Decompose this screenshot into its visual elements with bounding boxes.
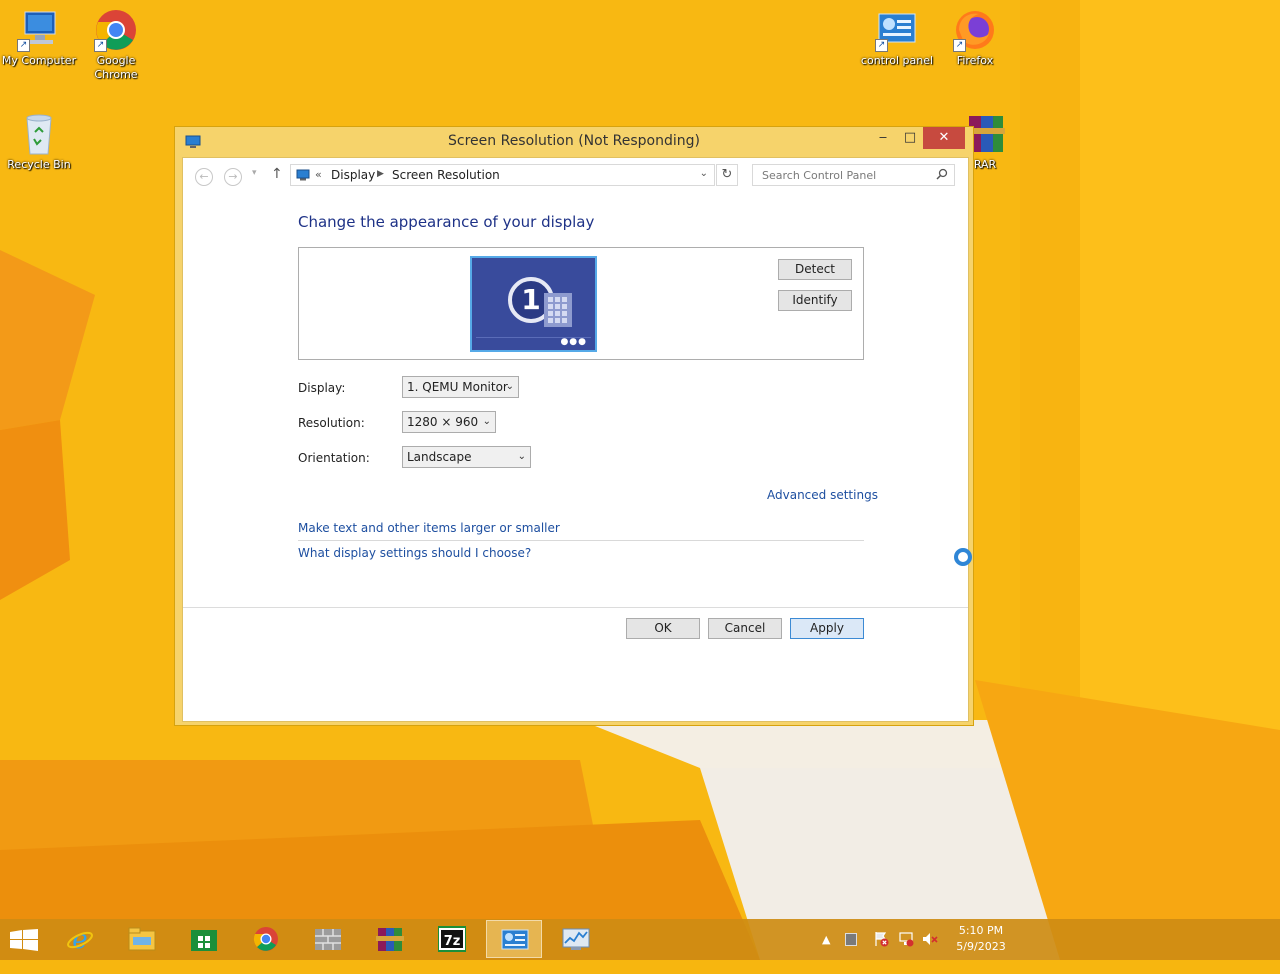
breadcrumb-screen-resolution[interactable]: Screen Resolution <box>392 168 500 182</box>
start-button[interactable] <box>0 920 48 958</box>
control-panel-icon <box>501 927 529 953</box>
taskbar-internet-explorer[interactable]: e <box>52 920 108 958</box>
busy-cursor-icon <box>954 548 972 566</box>
taskbar-winrar[interactable] <box>362 920 418 958</box>
taskbar-7zip[interactable]: 7z <box>424 920 480 958</box>
identify-button[interactable]: Identify <box>778 290 852 311</box>
action-center-flag-icon[interactable] <box>873 931 889 972</box>
taskbar-control-panel[interactable] <box>486 920 542 958</box>
orientation-label: Orientation: <box>298 451 370 465</box>
taskbar-performance-monitor[interactable] <box>548 920 604 958</box>
page-title: Change the appearance of your display <box>298 213 595 231</box>
performance-monitor-icon <box>562 926 590 952</box>
desktop-icon-firefox[interactable]: ↗ Firefox <box>936 8 1014 68</box>
search-input[interactable]: Search Control Panel <box>752 164 955 186</box>
address-dropdown-icon[interactable]: ⌄ <box>700 168 708 179</box>
volume-muted-icon[interactable] <box>922 931 938 972</box>
desktop-icon-label: Firefox <box>956 54 994 67</box>
taskbar-store[interactable] <box>176 920 232 958</box>
computer-icon: ↗ <box>17 8 61 52</box>
taskbar-chrome[interactable] <box>238 920 294 958</box>
taskbar-file-explorer[interactable] <box>114 920 170 958</box>
clock-time: 5:10 PM <box>958 924 1004 937</box>
clock-date: 5/9/2023 <box>956 940 1006 953</box>
search-icon[interactable] <box>936 168 948 180</box>
control-panel-icon: ↗ <box>875 8 919 52</box>
taskbar-firewall[interactable] <box>300 920 356 958</box>
desktop-icon-google-chrome[interactable]: ↗ Google Chrome <box>77 8 155 82</box>
show-hidden-icons-chevron[interactable]: ▲ <box>822 933 830 974</box>
up-arrow-icon[interactable]: ↑ <box>271 166 283 182</box>
maximize-button[interactable]: □ <box>897 127 923 149</box>
orientation-select[interactable]: Landscape ⌄ <box>402 446 531 468</box>
screen-resolution-window: Screen Resolution (Not Responding) ‒ □ ✕… <box>174 126 974 726</box>
display-settings-help-link[interactable]: What display settings should I choose? <box>298 546 531 560</box>
breadcrumb-separator-icon[interactable]: ▶ <box>377 169 384 179</box>
system-clock[interactable]: 5:10 PM 5/9/2023 <box>950 923 1012 955</box>
resolution-select[interactable]: 1280 × 960 ⌄ <box>402 411 496 433</box>
monitor-arrangement-panel: 1 ●●● Detect Identify <box>298 247 864 360</box>
divider <box>298 540 864 541</box>
footer-divider <box>183 607 968 608</box>
firewall-icon <box>314 926 342 952</box>
monitor-1-tile[interactable]: 1 ●●● <box>470 256 597 352</box>
internet-explorer-icon: e <box>66 925 94 955</box>
firefox-icon: ↗ <box>953 8 997 52</box>
window-title: Screen Resolution (Not Responding) <box>448 133 700 149</box>
chrome-icon <box>252 926 280 952</box>
close-button[interactable]: ✕ <box>923 127 965 149</box>
network-icon[interactable] <box>898 931 914 972</box>
store-icon <box>190 926 218 952</box>
monitor-dots-icon: ●●● <box>560 337 587 347</box>
desktop-icon-label: control panel <box>860 54 934 67</box>
forward-arrow-icon[interactable]: → <box>224 168 242 186</box>
display-label: Display: <box>298 381 346 395</box>
chevron-down-icon: ⌄ <box>517 451 526 462</box>
text-size-link[interactable]: Make text and other items larger or smal… <box>298 521 560 535</box>
ok-button[interactable]: OK <box>626 618 700 639</box>
orientation-select-value: Landscape <box>407 450 472 464</box>
svg-text:7z: 7z <box>444 934 461 949</box>
breadcrumb-display[interactable]: Display <box>331 168 375 182</box>
7zip-icon: 7z <box>437 926 467 952</box>
display-icon <box>296 169 310 181</box>
resolution-select-value: 1280 × 960 <box>407 415 479 429</box>
monitor-screen: 1 ●●● <box>472 258 595 350</box>
navigation-bar: ← → ▾ ↑ « Display ▶ Screen Resolution ⌄ … <box>183 158 968 194</box>
detect-button[interactable]: Detect <box>778 259 852 280</box>
chevron-down-icon: ⌄ <box>505 381 514 392</box>
recent-locations-chevron-icon[interactable]: ▾ <box>252 168 257 178</box>
windows-logo-icon <box>10 929 38 955</box>
resolution-label: Resolution: <box>298 416 365 430</box>
apply-button[interactable]: Apply <box>790 618 864 639</box>
address-bar[interactable]: « Display ▶ Screen Resolution ⌄ <box>290 164 715 186</box>
desktop-icon-label: My Computer <box>1 54 77 67</box>
cancel-button[interactable]: Cancel <box>708 618 782 639</box>
taskbar: e 7z ▲ 5:10 PM 5/9/2023 <box>0 919 1280 960</box>
desktop-icon-control-panel[interactable]: ↗ control panel <box>858 8 936 68</box>
back-arrow-icon[interactable]: ← <box>195 168 213 186</box>
chevron-down-icon: ⌄ <box>482 416 491 427</box>
recycle-bin-icon <box>17 112 61 156</box>
display-select[interactable]: 1. QEMU Monitor ⌄ <box>402 376 519 398</box>
title-bar[interactable]: Screen Resolution (Not Responding) ‒ □ ✕ <box>175 127 973 157</box>
breadcrumb-overflow-chevron[interactable]: « <box>315 168 322 181</box>
svg-text:e: e <box>72 926 87 952</box>
minimize-button[interactable]: ‒ <box>869 127 897 149</box>
display-select-value: 1. QEMU Monitor <box>407 380 508 394</box>
winrar-icon <box>376 926 404 952</box>
folder-icon <box>128 926 156 952</box>
desktop-icon-recycle-bin[interactable]: Recycle Bin <box>0 112 78 172</box>
refresh-icon[interactable]: ↻ <box>716 164 738 186</box>
desktop-icon-my-computer[interactable]: ↗ My Computer <box>0 8 78 68</box>
advanced-settings-link[interactable]: Advanced settings <box>767 488 878 502</box>
window-client-area: ← → ▾ ↑ « Display ▶ Screen Resolution ⌄ … <box>182 157 969 722</box>
monitor-number: 1 <box>521 283 541 316</box>
chrome-icon: ↗ <box>94 8 138 52</box>
desktop-icon-label: Google Chrome <box>94 54 138 81</box>
tablet-icon[interactable] <box>845 933 857 946</box>
desktop-icon-label: Recycle Bin <box>7 158 71 171</box>
search-placeholder: Search Control Panel <box>762 169 877 182</box>
